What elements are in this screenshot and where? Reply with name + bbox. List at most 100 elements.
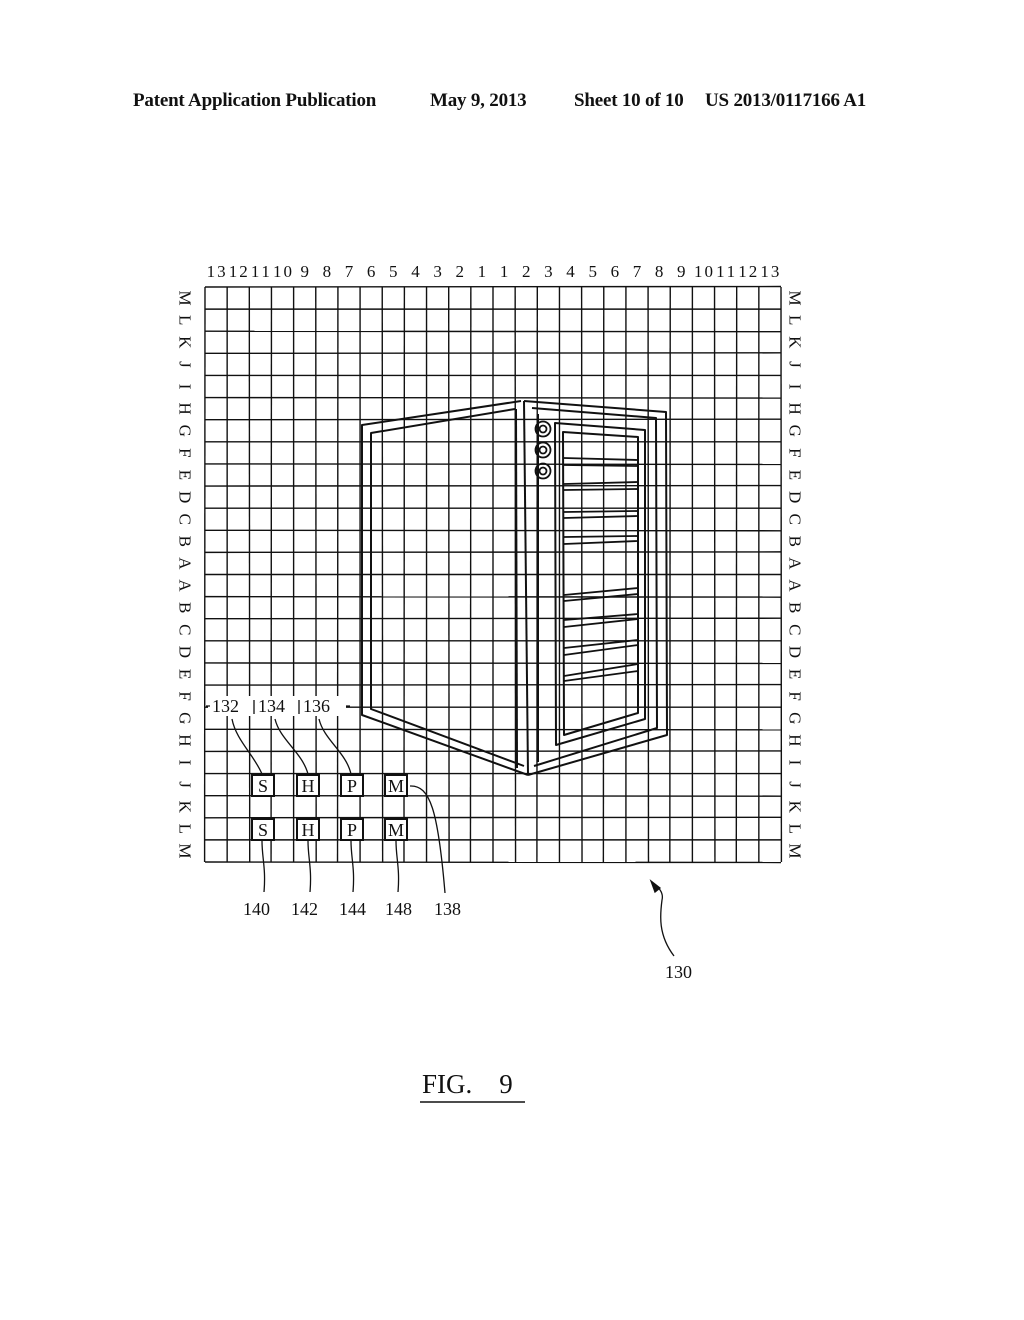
row-label: L xyxy=(786,824,805,834)
row-label: B xyxy=(786,602,805,613)
leader-136 xyxy=(318,718,352,775)
column-label: 7 xyxy=(345,262,354,281)
module-box-label: P xyxy=(347,820,357,840)
column-label: 11 xyxy=(716,262,735,281)
leader-142 xyxy=(307,840,312,893)
row-label: H xyxy=(176,402,195,414)
row-labels-left: MLKJIHGFEDCBAABCDEFGHIJKLM xyxy=(176,290,195,858)
row-labels-right: MLKJIHGFEDCBAABCDEFGHIJKLM xyxy=(786,290,805,858)
column-label: 6 xyxy=(611,262,620,281)
module-box-m: M xyxy=(384,774,408,797)
row-label: D xyxy=(786,646,805,658)
row-label: M xyxy=(786,843,805,858)
cabinet-front-edge xyxy=(523,400,529,776)
row-label: J xyxy=(176,781,195,788)
row-label: F xyxy=(786,448,805,457)
grid-row-line xyxy=(204,595,782,598)
column-label: 13 xyxy=(760,262,779,281)
row-label: I xyxy=(176,384,195,390)
row-label: J xyxy=(786,361,805,368)
cabinet-side-inner xyxy=(370,408,525,767)
cabinet-front-edge xyxy=(515,408,518,769)
column-label: 1 xyxy=(500,262,509,281)
reference-labels-top: 132 134 136 xyxy=(206,696,350,716)
row-label: H xyxy=(786,734,805,746)
module-box-label: H xyxy=(302,776,315,796)
column-label: 12 xyxy=(738,262,757,281)
grid-row-line xyxy=(204,463,782,466)
leader-132 xyxy=(231,718,263,775)
cabinet-side-outer xyxy=(361,400,529,776)
row-label: K xyxy=(786,336,805,349)
column-label: 4 xyxy=(566,262,575,281)
row-label: G xyxy=(786,425,805,437)
grid-row-line xyxy=(204,617,782,620)
figure-9: 13 12 11 10 9 8 7 6 5 4 3 2 1 1 2 3 4 5 6 7 8 9 10 11 12 13 MLKJI… xyxy=(176,262,805,1103)
grid xyxy=(203,285,783,864)
column-label: 5 xyxy=(389,262,398,281)
module-box-label: S xyxy=(258,820,268,840)
row-label: C xyxy=(786,514,805,525)
column-label: 5 xyxy=(588,262,597,281)
column-label: 2 xyxy=(456,262,465,281)
row-label: A xyxy=(786,557,805,570)
ref-142: 142 xyxy=(291,899,318,919)
grid-row-line xyxy=(204,352,782,355)
module-box-label: M xyxy=(388,776,404,796)
row-label: F xyxy=(786,691,805,700)
leader-130 xyxy=(651,881,675,957)
row-label: A xyxy=(176,579,195,592)
row-label: E xyxy=(786,470,805,480)
row-label: G xyxy=(176,425,195,437)
module-box-h: H xyxy=(296,774,320,797)
module-box-p: P xyxy=(340,774,364,797)
grid-row-line xyxy=(204,861,782,864)
row-label: M xyxy=(786,290,805,305)
grid-row-line xyxy=(204,728,782,731)
column-labels-top: 13 12 11 10 9 8 7 6 5 4 3 2 1 1 2 3 4 5 6 7 8 9 10 11 12 13 xyxy=(207,262,780,281)
row-label: K xyxy=(786,801,805,814)
row-label: I xyxy=(176,760,195,766)
row-label: J xyxy=(176,361,195,368)
server-cabinet xyxy=(361,400,668,776)
arrow-head-icon xyxy=(649,879,662,894)
row-label: F xyxy=(176,691,195,700)
leader-148 xyxy=(395,840,400,893)
figure-caption: FIG. 9 xyxy=(422,1069,513,1099)
row-label: B xyxy=(176,602,195,613)
module-box-label: P xyxy=(347,776,357,796)
row-label: D xyxy=(786,491,805,503)
row-label: A xyxy=(786,579,805,592)
module-box-label: M xyxy=(388,820,404,840)
row-label: D xyxy=(176,646,195,658)
ref-138: 138 xyxy=(434,899,461,919)
ref-144: 144 xyxy=(339,899,366,919)
column-label: 1 xyxy=(478,262,487,281)
row-label: C xyxy=(176,624,195,635)
row-label: K xyxy=(176,801,195,814)
cabinet-door xyxy=(554,422,646,746)
column-label: 8 xyxy=(323,262,332,281)
module-boxes: S H P M S H P M xyxy=(251,774,408,841)
grid-row-line xyxy=(204,551,782,554)
row-label: H xyxy=(786,402,805,414)
ref-140: 140 xyxy=(243,899,270,919)
grid-row-line xyxy=(204,816,782,819)
column-label: 7 xyxy=(633,262,642,281)
row-label: G xyxy=(786,712,805,724)
module-box-s: S xyxy=(251,818,275,841)
ref-130: 130 xyxy=(665,962,692,982)
module-box-h: H xyxy=(296,818,320,841)
grid-row-line xyxy=(204,285,782,288)
row-label: D xyxy=(176,491,195,503)
row-label: M xyxy=(176,843,195,858)
module-box-m: M xyxy=(384,818,408,841)
row-label: J xyxy=(786,781,805,788)
row-label: L xyxy=(176,824,195,834)
row-label: E xyxy=(786,669,805,679)
grid-row-line xyxy=(204,396,782,399)
column-label: 9 xyxy=(300,262,309,281)
column-label: 9 xyxy=(677,262,686,281)
row-label: L xyxy=(786,315,805,325)
column-label: 2 xyxy=(522,262,531,281)
